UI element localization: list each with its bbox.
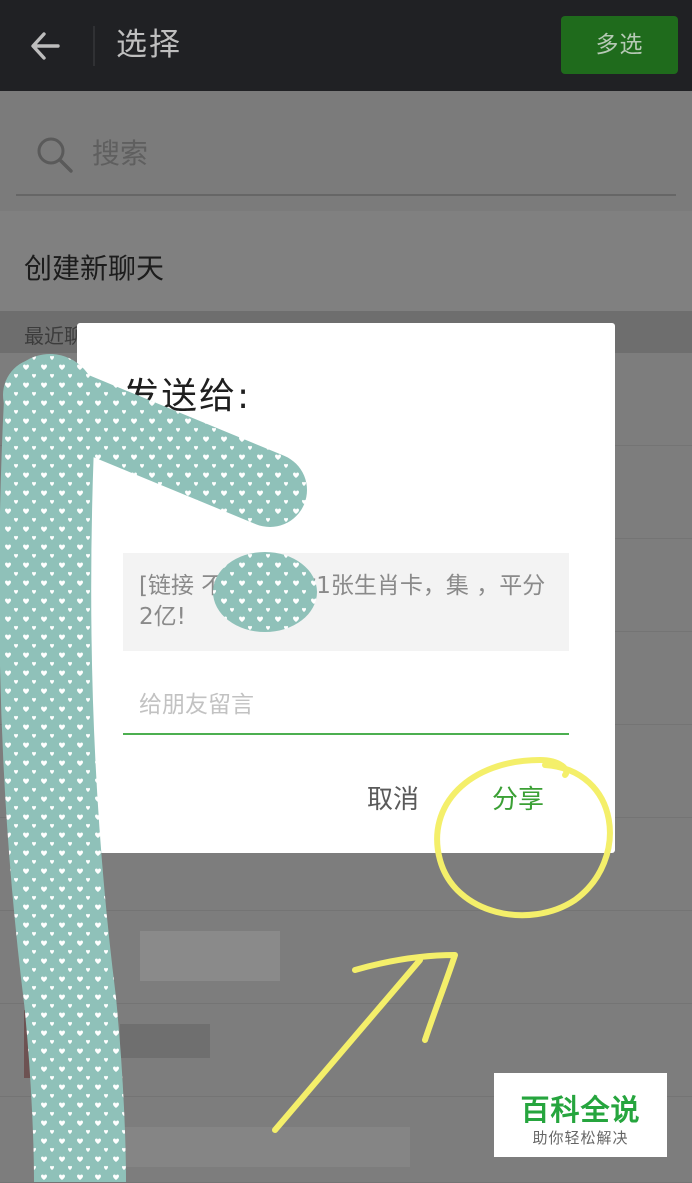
yellow-arrow-annotation [272,952,458,1133]
yellow-circle-annotation [434,756,613,919]
annotation-overlay [0,354,613,1182]
watermark-logo: 百科全说 助你轻松解决 [494,1073,667,1157]
privacy-scribble [0,354,317,1182]
watermark-slogan: 助你轻松解决 [532,1129,629,1147]
watermark-brand: 百科全说 [520,1093,641,1127]
